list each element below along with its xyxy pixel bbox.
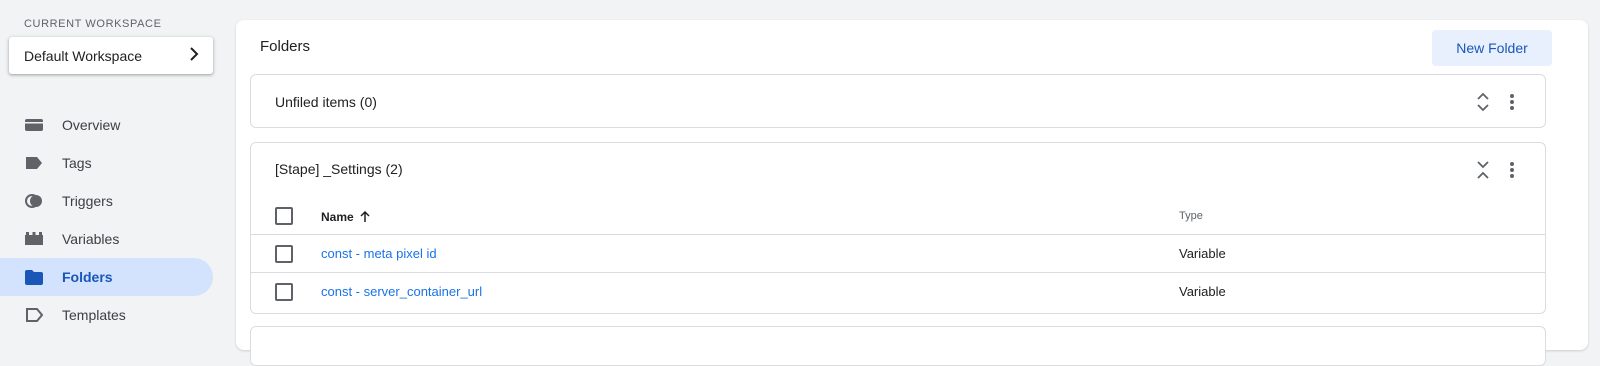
sidebar-item-label: Tags <box>62 155 92 171</box>
variable-type: Variable <box>1179 284 1226 299</box>
folder-actions <box>1472 91 1523 113</box>
page-title: Folders <box>260 38 311 55</box>
name-column-header[interactable]: Name <box>321 210 370 224</box>
column-header-label: Name <box>321 210 354 224</box>
folder-actions <box>1472 159 1523 181</box>
trigger-icon <box>24 191 44 211</box>
table-header: Name Type <box>251 197 1545 235</box>
variable-name-link[interactable]: const - meta pixel id <box>321 246 437 261</box>
row-checkbox[interactable] <box>275 245 293 263</box>
sidebar-item-tags[interactable]: Tags <box>0 144 222 182</box>
sidebar-item-label: Variables <box>62 231 120 247</box>
variable-name-link[interactable]: const - server_container_url <box>321 284 482 299</box>
more-vert-icon[interactable] <box>1501 159 1523 181</box>
folder-card-unfiled: Unfiled items (0) <box>250 74 1546 128</box>
new-folder-button[interactable]: New Folder <box>1432 30 1552 66</box>
row-checkbox[interactable] <box>275 283 293 301</box>
type-column-header[interactable]: Type <box>1179 210 1203 222</box>
select-all-checkbox[interactable] <box>275 207 293 225</box>
template-icon <box>24 305 44 325</box>
folder-icon <box>24 267 44 287</box>
folder-title: Unfiled items (0) <box>275 94 377 110</box>
table-row: const - meta pixel id Variable <box>251 235 1545 273</box>
workspace-name: Default Workspace <box>24 47 143 64</box>
sidebar: CURRENT WORKSPACE Default Workspace Over… <box>0 0 222 334</box>
workspace-selector[interactable]: Default Workspace <box>9 37 213 74</box>
sidebar-item-overview[interactable]: Overview <box>0 106 222 144</box>
more-vert-icon[interactable] <box>1501 91 1523 113</box>
sidebar-item-folders[interactable]: Folders <box>0 258 213 296</box>
folders-panel: Folders New Folder Unfiled items (0) [St… <box>236 20 1588 366</box>
sidebar-item-variables[interactable]: Variables <box>0 220 222 258</box>
sidebar-nav: Overview Tags Triggers Variables Folders <box>0 106 222 334</box>
sidebar-item-templates[interactable]: Templates <box>0 296 222 334</box>
collapse-icon[interactable] <box>1472 159 1494 181</box>
arrow-up-icon <box>360 211 370 223</box>
sidebar-item-label: Templates <box>62 307 126 323</box>
overview-icon <box>24 115 44 135</box>
sidebar-item-triggers[interactable]: Triggers <box>0 182 222 220</box>
variables-icon <box>24 229 44 249</box>
table-row: const - server_container_url Variable <box>251 273 1545 311</box>
tag-icon <box>24 153 44 173</box>
folder-title: [Stape] _Settings (2) <box>275 161 403 177</box>
chevron-right-icon <box>189 47 199 64</box>
variable-type: Variable <box>1179 246 1226 261</box>
folder-card-next <box>250 326 1546 366</box>
sidebar-item-label: Folders <box>62 269 113 285</box>
folder-card-stape-settings: [Stape] _Settings (2) Name Type const - … <box>250 142 1546 314</box>
expand-icon[interactable] <box>1472 91 1494 113</box>
workspace-label: CURRENT WORKSPACE <box>24 18 162 30</box>
sidebar-item-label: Overview <box>62 117 121 133</box>
sidebar-item-label: Triggers <box>62 193 113 209</box>
